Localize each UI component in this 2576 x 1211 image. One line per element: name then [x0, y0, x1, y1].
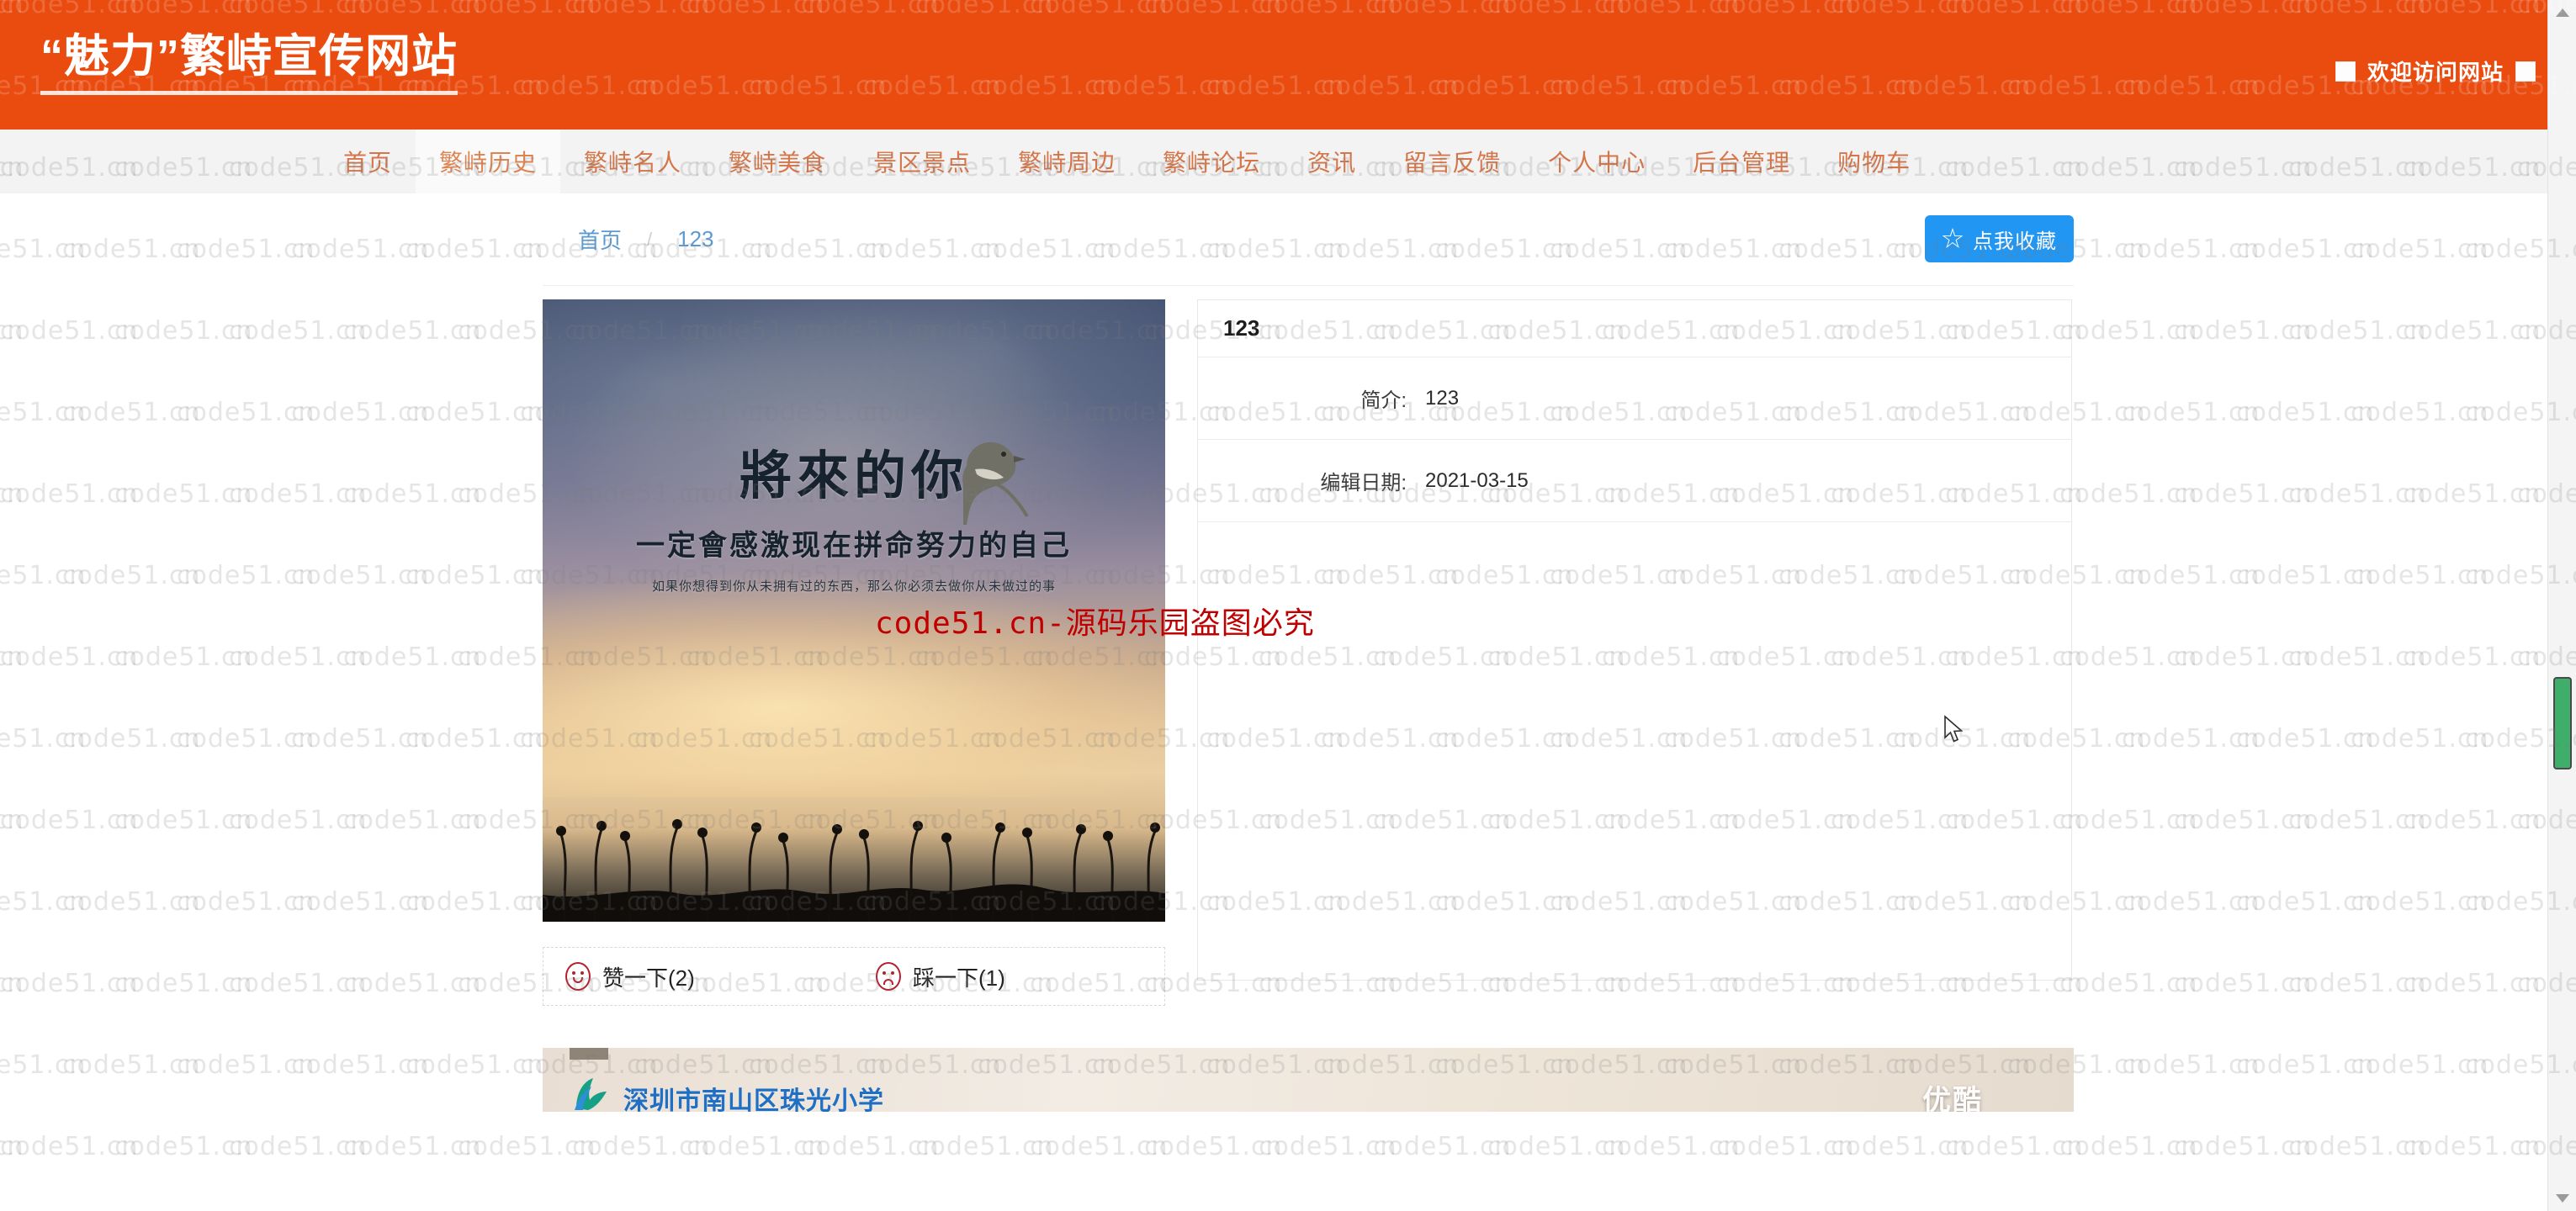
- nav-item-7[interactable]: 资讯: [1284, 130, 1380, 193]
- nav-item-10[interactable]: 后台管理: [1669, 130, 1814, 193]
- breadcrumb-current-item[interactable]: 123: [677, 226, 713, 252]
- nav-item-8[interactable]: 留言反馈: [1380, 130, 1524, 193]
- video-school-banner: 深圳市南山区珠光小学: [568, 1071, 884, 1112]
- youku-logo: 优酷: [1922, 1085, 1983, 1112]
- detail-section: 將來的你 一定會感激现在拼命努力的自己 如果你想得到你从未拥有过的东西，那么你必…: [543, 286, 2074, 1006]
- nav-item-4[interactable]: 景区景点: [850, 130, 994, 193]
- poster-headline: 將來的你: [739, 448, 968, 505]
- nav-item-6[interactable]: 繁峙论坛: [1139, 130, 1284, 193]
- vertical-scrollbar[interactable]: [2547, 0, 2576, 1211]
- content-container: 首页 / 123 ☆ 点我收藏 將來的你 一定會感激现在拼命努力的自己 如果你想…: [543, 193, 2074, 1112]
- scrollbar-thumb[interactable]: [2553, 677, 2572, 769]
- broken-image-icon-left: [2335, 61, 2356, 82]
- nav-item-3[interactable]: 繁峙美食: [705, 130, 850, 193]
- detail-row-label: 编辑日期:: [1320, 472, 1407, 494]
- smiley-face-icon: [565, 962, 591, 991]
- page-title: “魅力”繁峙宣传网站: [40, 34, 458, 95]
- info-column: 123 简介: 123 编辑日期: 2021-03-15: [1197, 299, 2074, 1006]
- collect-button-label: 点我收藏: [1973, 230, 2057, 253]
- nav-item-5[interactable]: 繁峙周边: [994, 130, 1139, 193]
- breadcrumb-separator: /: [647, 228, 653, 250]
- detail-panel: 123 简介: 123 编辑日期: 2021-03-15: [1197, 299, 2072, 981]
- scroll-down-arrow-icon[interactable]: [2556, 1194, 2569, 1203]
- poster-text-block: 將來的你 一定會感激现在拼命努力的自己 如果你想得到你从未拥有过的东西，那么你必…: [543, 447, 1165, 595]
- scroll-up-arrow-icon[interactable]: [2556, 8, 2569, 17]
- detail-row-label: 简介:: [1360, 389, 1407, 412]
- sad-face-icon: [876, 962, 901, 991]
- poster-column: 將來的你 一定會感激现在拼命努力的自己 如果你想得到你从未拥有过的东西，那么你必…: [543, 299, 1165, 1006]
- nav-item-11[interactable]: 购物车: [1814, 130, 1934, 193]
- breadcrumb: 首页 / 123: [543, 224, 714, 255]
- like-button[interactable]: 赞一下(2): [543, 961, 854, 992]
- nav-item-0[interactable]: 首页: [320, 130, 416, 193]
- breadcrumb-row: 首页 / 123 ☆ 点我收藏: [543, 193, 2074, 286]
- vote-bar: 赞一下(2) 踩一下(1): [543, 947, 1165, 1006]
- welcome-banner: 欢迎访问网站: [2335, 56, 2536, 87]
- dislike-button-label: 踩一下(1): [913, 965, 1005, 991]
- video-school-name: 深圳市南山区珠光小学: [623, 1087, 884, 1112]
- school-crest-icon: [575, 1078, 607, 1110]
- dislike-button[interactable]: 踩一下(1): [854, 961, 1164, 992]
- poster-grass-silhouette: [543, 819, 1165, 922]
- video-player[interactable]: 深圳市南山区珠光小学 优酷: [543, 1048, 2074, 1112]
- collect-button[interactable]: ☆ 点我收藏: [1924, 215, 2074, 262]
- breadcrumb-home-link[interactable]: 首页: [578, 224, 622, 255]
- like-button-label: 赞一下(2): [602, 965, 695, 991]
- nav-item-9[interactable]: 个人中心: [1524, 130, 1669, 193]
- poster-subheadline: 一定會感激现在拼命努力的自己: [636, 531, 1072, 563]
- video-ceiling-fixture: [570, 1048, 608, 1060]
- page-root: “魅力”繁峙宣传网站 欢迎访问网站 首页 繁峙历史 繁峙名人 繁峙美食 景区景点 繁峙周边…: [0, 0, 2576, 1211]
- theft-warning-watermark: code51.cn-源码乐园盗图必究: [875, 606, 1315, 641]
- detail-row: 简介: 123: [1198, 357, 2071, 440]
- poster-caption: 如果你想得到你从未拥有过的东西，那么你必须去做你从未做过的事: [651, 580, 1056, 595]
- main-navigation: 首页 繁峙历史 繁峙名人 繁峙美食 景区景点 繁峙周边 繁峙论坛 资讯 留言反馈 个人中心 后台管理…: [0, 130, 2576, 193]
- welcome-text: 欢迎访问网站: [2367, 60, 2504, 85]
- site-header: “魅力”繁峙宣传网站 欢迎访问网站: [0, 0, 2576, 130]
- nav-item-1[interactable]: 繁峙历史: [416, 130, 561, 193]
- nav-item-2[interactable]: 繁峙名人: [560, 130, 705, 193]
- star-icon: ☆: [1941, 226, 1964, 251]
- detail-rows: 简介: 123 编辑日期: 2021-03-15: [1198, 357, 2071, 522]
- detail-row-value: 123: [1425, 386, 1460, 410]
- detail-title: 123: [1198, 300, 2071, 357]
- detail-row: 编辑日期: 2021-03-15: [1198, 440, 2071, 522]
- detail-row-value: 2021-03-15: [1425, 468, 1529, 492]
- broken-image-icon-right: [2515, 61, 2536, 82]
